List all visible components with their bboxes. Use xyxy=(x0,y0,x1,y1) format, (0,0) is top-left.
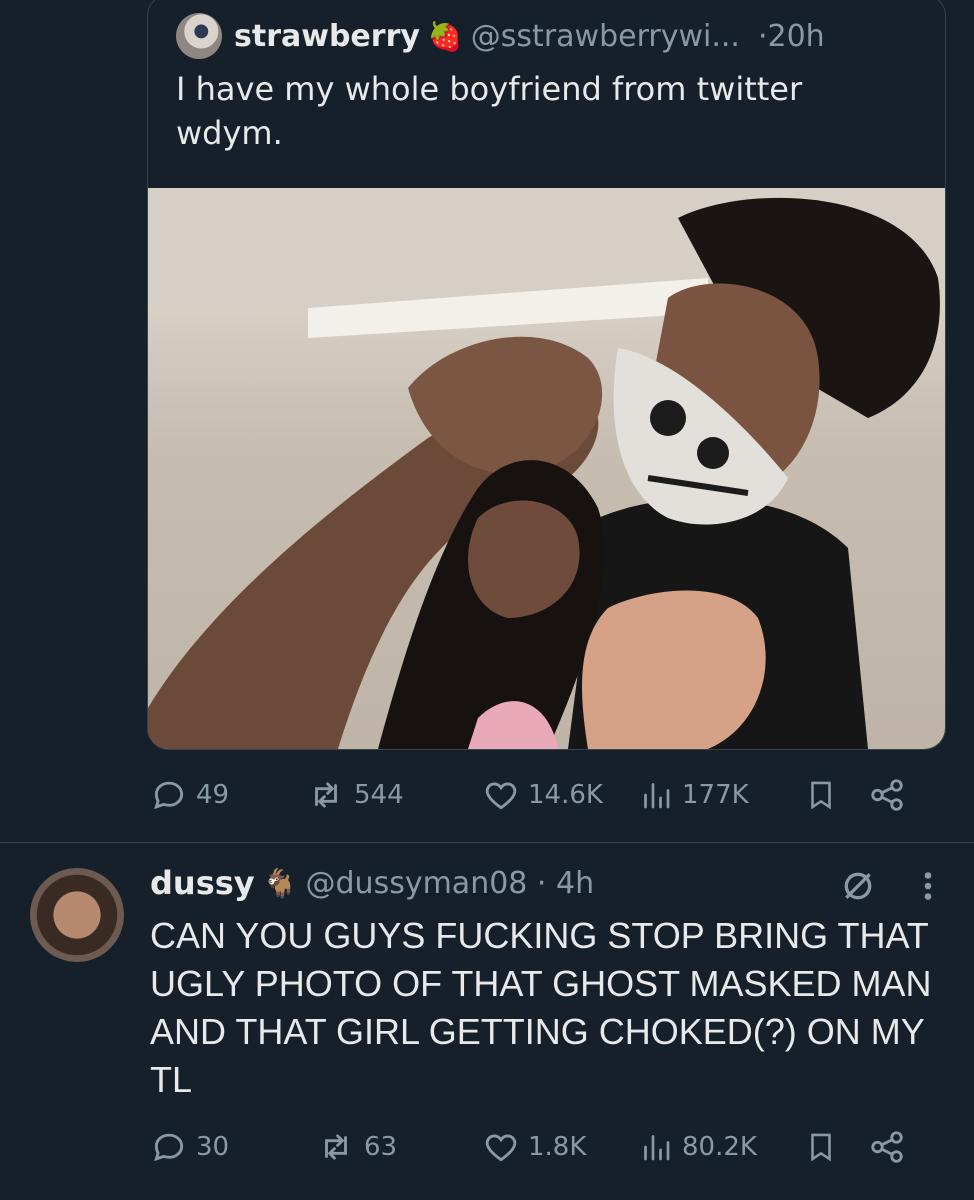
quoted-tweet-text: I have my whole boyfriend from twitter w… xyxy=(176,70,803,152)
bookmark-button[interactable] xyxy=(804,776,838,814)
bookmark-icon xyxy=(811,781,831,810)
like-button[interactable]: 1.8K xyxy=(482,1128,586,1166)
reply-button[interactable]: 30 xyxy=(150,1128,229,1166)
reply-tweet-header: dussy 🐐 @dussyman08 · 4h xyxy=(150,864,594,902)
reply-author-name[interactable]: dussy xyxy=(150,864,255,902)
like-count: 1.8K xyxy=(528,1132,587,1162)
views-button[interactable]: 80.2K xyxy=(638,1128,757,1166)
like-count: 14.6K xyxy=(528,780,603,810)
more-options-icon[interactable] xyxy=(922,868,934,904)
quoted-tweet-photo[interactable] xyxy=(148,188,945,749)
repost-count: 63 xyxy=(364,1132,398,1162)
repost-button[interactable]: 63 xyxy=(316,1128,397,1166)
tweet-divider xyxy=(0,842,974,843)
repost-count: 544 xyxy=(354,780,404,810)
like-button[interactable]: 14.6K xyxy=(482,776,603,814)
repost-icon xyxy=(325,1134,347,1160)
bookmark-button[interactable] xyxy=(804,1128,838,1166)
views-icon xyxy=(644,783,670,809)
views-icon xyxy=(644,1135,670,1161)
goat-emoji: 🐐 xyxy=(262,866,298,900)
quoted-author-handle[interactable]: @sstrawberrywi... xyxy=(471,19,740,54)
reply-tweet-actions: 30 63 1.8K 80.2K xyxy=(150,1128,910,1178)
views-count: 80.2K xyxy=(682,1132,757,1162)
share-button[interactable] xyxy=(868,776,906,814)
heart-icon xyxy=(485,782,517,810)
quoted-author-avatar[interactable] xyxy=(176,13,222,59)
reply-icon xyxy=(154,781,184,810)
share-icon xyxy=(871,1131,903,1163)
reply-count: 49 xyxy=(196,780,230,810)
reply-tweet-text: CAN YOU GUYS FUCKING STOP BRING THAT UGL… xyxy=(150,915,932,1100)
share-icon xyxy=(871,779,903,811)
reply-header-icons xyxy=(838,866,934,906)
repost-button[interactable]: 544 xyxy=(306,776,404,814)
reply-author-handle[interactable]: @dussyman08 · 4h xyxy=(306,866,595,901)
repost-icon xyxy=(315,782,337,808)
grok-icon[interactable] xyxy=(838,866,878,906)
strawberry-emoji: 🍓 xyxy=(427,19,463,53)
reply-icon xyxy=(154,1133,184,1162)
bookmark-icon xyxy=(811,1133,831,1162)
views-button[interactable]: 177K xyxy=(638,776,749,814)
reply-count: 30 xyxy=(196,1132,230,1162)
share-button[interactable] xyxy=(868,1128,906,1166)
views-count: 177K xyxy=(682,780,749,810)
quoted-tweet-card[interactable]: strawberry 🍓 @sstrawberrywi... ·20h I ha… xyxy=(147,0,946,750)
reply-button[interactable]: 49 xyxy=(150,776,229,814)
quoted-tweet-age[interactable]: ·20h xyxy=(758,19,825,54)
quoted-tweet-actions: 49 544 14.6K 177K xyxy=(150,776,910,826)
heart-icon xyxy=(485,1134,517,1162)
quoted-author-name[interactable]: strawberry xyxy=(234,19,420,54)
quoted-tweet-header: strawberry 🍓 @sstrawberrywi... ·20h xyxy=(176,13,825,59)
reply-author-avatar[interactable] xyxy=(30,868,124,962)
photo-illustration xyxy=(148,188,945,749)
